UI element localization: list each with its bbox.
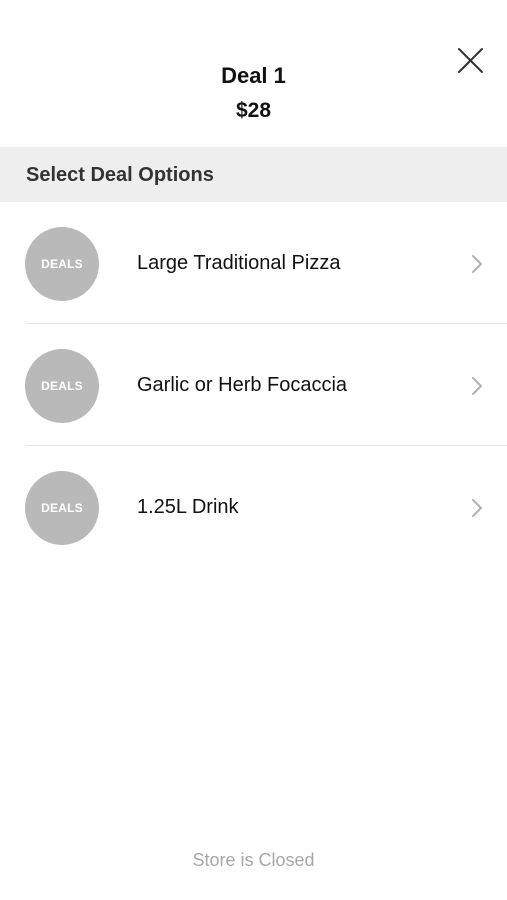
deal-options-list: DEALS Large Traditional Pizza DEALS Garl… bbox=[0, 202, 507, 568]
deal-option-label: Garlic or Herb Focaccia bbox=[137, 374, 348, 396]
close-icon bbox=[458, 48, 483, 73]
close-button[interactable] bbox=[450, 40, 492, 82]
deal-badge-label: DEALS bbox=[41, 257, 83, 271]
deal-badge-label: DEALS bbox=[41, 501, 83, 515]
deal-header: Deal 1 $28 bbox=[0, 0, 507, 147]
deal-badge: DEALS bbox=[25, 349, 99, 423]
store-status-text: Store is Closed bbox=[192, 850, 315, 870]
deal-badge-label: DEALS bbox=[41, 379, 83, 393]
deal-price: $28 bbox=[235, 99, 272, 122]
chevron-right-icon bbox=[470, 376, 484, 396]
deal-option-row[interactable]: DEALS Large Traditional Pizza bbox=[0, 202, 507, 324]
deal-badge: DEALS bbox=[25, 227, 99, 301]
chevron-right-icon bbox=[470, 498, 484, 518]
deal-option-label: Large Traditional Pizza bbox=[137, 252, 341, 274]
deal-title: Deal 1 bbox=[221, 63, 286, 88]
deal-option-label: 1.25L Drink bbox=[137, 496, 239, 518]
section-header: Select Deal Options bbox=[0, 147, 507, 202]
chevron-right-icon bbox=[470, 254, 484, 274]
deal-badge: DEALS bbox=[25, 471, 99, 545]
deal-option-row[interactable]: DEALS Garlic or Herb Focaccia bbox=[0, 324, 507, 446]
section-title: Select Deal Options bbox=[26, 164, 214, 186]
deal-option-row[interactable]: DEALS 1.25L Drink bbox=[0, 446, 507, 568]
